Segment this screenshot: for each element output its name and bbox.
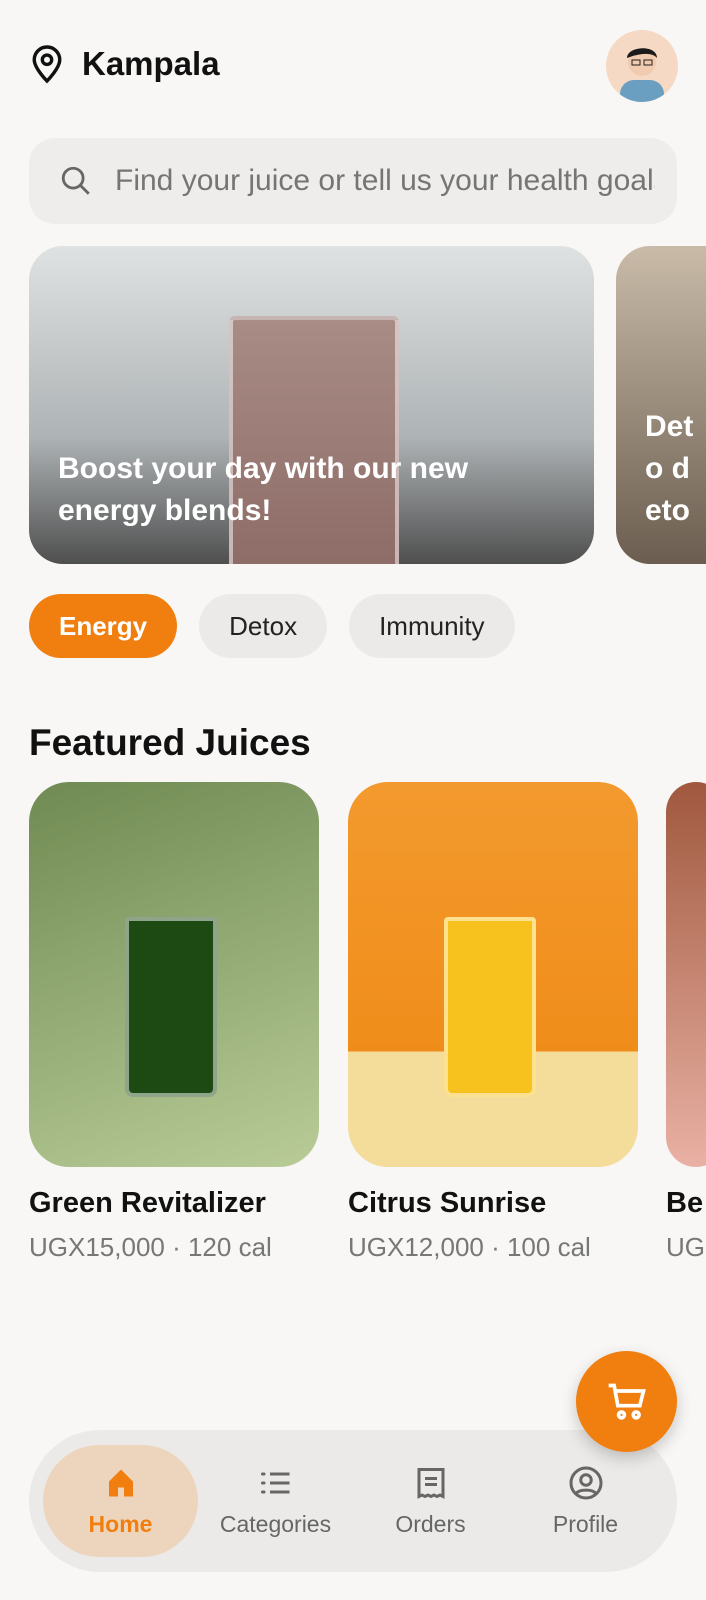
chip-immunity[interactable]: Immunity bbox=[349, 594, 515, 658]
home-icon bbox=[108, 1469, 133, 1496]
promo-text: Deto deto bbox=[645, 410, 694, 527]
avatar[interactable] bbox=[606, 30, 678, 102]
location-pin-icon bbox=[32, 45, 62, 84]
juice-image bbox=[666, 782, 706, 1167]
chip-energy[interactable]: Energy bbox=[29, 594, 178, 658]
juice-card[interactable]: Green Revitalizer UGX15,000 · 120 cal bbox=[29, 782, 319, 1263]
nav-label: Categories bbox=[219, 1510, 332, 1537]
bottom-nav: Home Categories Orders Profile bbox=[29, 1430, 677, 1572]
juice-image bbox=[29, 782, 319, 1167]
juice-image bbox=[348, 782, 638, 1167]
search-icon bbox=[61, 166, 90, 195]
juice-card[interactable]: Be UG bbox=[666, 782, 706, 1263]
juice-meta: UGX12,000 · 100 cal bbox=[348, 1232, 591, 1262]
promo-carousel[interactable]: Boost your day with our new energy blend… bbox=[29, 246, 706, 564]
nav-orders[interactable]: Orders bbox=[353, 1445, 508, 1557]
category-chips: Energy Detox Immunity bbox=[29, 594, 515, 658]
cart-button[interactable] bbox=[576, 1351, 677, 1452]
list-icon bbox=[260, 1472, 289, 1493]
location-label: Kampala bbox=[82, 45, 220, 82]
juice-meta: UGX15,000 · 120 cal bbox=[29, 1232, 272, 1262]
juice-name: Citrus Sunrise bbox=[348, 1187, 547, 1219]
location-selector[interactable]: Kampala bbox=[30, 44, 220, 84]
juice-card[interactable]: Citrus Sunrise UGX12,000 · 100 cal bbox=[348, 782, 638, 1263]
nav-label: Home bbox=[88, 1510, 153, 1537]
search-bar[interactable] bbox=[29, 138, 677, 224]
juice-name: Be bbox=[666, 1187, 704, 1219]
promo-banner[interactable]: Deto deto bbox=[616, 246, 706, 564]
section-title: Featured Juices bbox=[29, 722, 311, 763]
nav-home[interactable]: Home bbox=[43, 1445, 198, 1557]
nav-profile[interactable]: Profile bbox=[508, 1445, 663, 1557]
promo-banner[interactable]: Boost your day with our new energy blend… bbox=[29, 246, 594, 564]
nav-categories[interactable]: Categories bbox=[198, 1445, 353, 1557]
profile-icon bbox=[569, 1466, 602, 1499]
search-input[interactable] bbox=[115, 164, 655, 198]
receipt-icon bbox=[417, 1467, 444, 1499]
nav-label: Profile bbox=[552, 1510, 619, 1537]
nav-label: Orders bbox=[395, 1510, 466, 1537]
juice-name: Green Revitalizer bbox=[29, 1187, 266, 1219]
promo-text: Boost your day with our new energy blend… bbox=[58, 452, 469, 527]
cart-icon bbox=[608, 1383, 646, 1420]
juice-meta: UG bbox=[666, 1232, 705, 1262]
chip-detox[interactable]: Detox bbox=[199, 594, 328, 658]
